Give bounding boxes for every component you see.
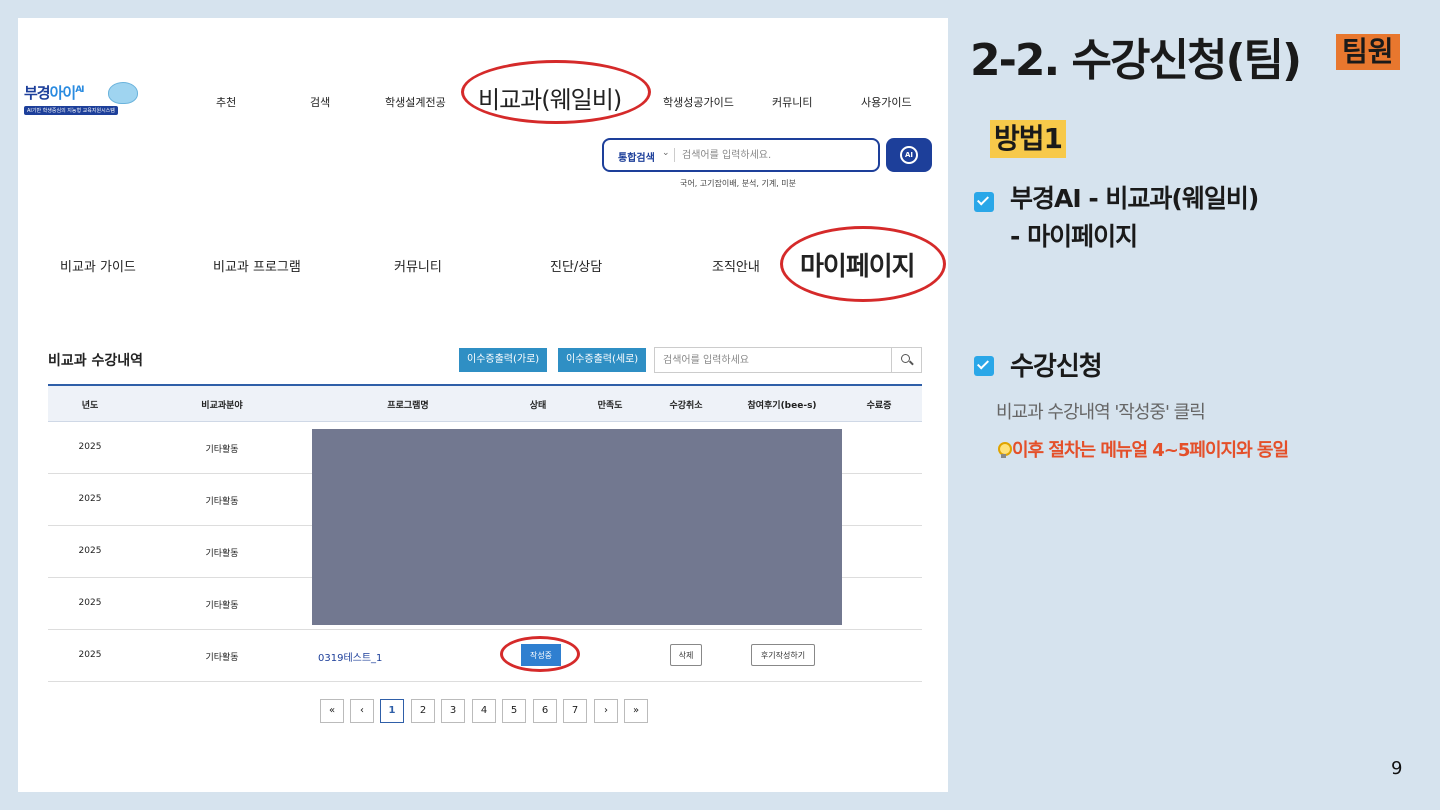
prev-page-icon[interactable]: ‹ [350,699,374,723]
cell-year: 2025 [78,598,102,608]
section-title: 비교과 수강내역 [48,353,144,369]
tip-text: 이후 절차는 메뉴얼 4~5페이지와 동일 [1012,440,1289,461]
screenshot-panel: 부경아이AI AI기반 학생중심의 지능형 교육지원시스템 추천 검색 학생설계… [18,18,948,792]
page-7[interactable]: 7 [563,699,587,723]
table-row: 2025 기타활동 0319테스트_1 작성중 삭제 후기작성하기 [48,630,922,682]
nav-user-guide[interactable]: 사용가이드 [861,94,912,110]
cell-field: 기타활동 [205,653,239,663]
whale-mascot-icon [108,82,138,104]
bullet-path-line1: 부경AI - 비교과(웨일비) [1010,184,1259,213]
team-member-badge: 팀원 [1336,34,1400,70]
nav-recommend[interactable]: 추천 [216,94,236,110]
slide-page-number: 9 [1391,758,1403,779]
nav-search[interactable]: 검색 [310,94,330,110]
col-cancel: 수강취소 [669,401,703,411]
table-search-input[interactable] [663,353,883,367]
print-landscape-button[interactable]: 이수증출력(가로) [459,348,548,372]
col-field: 비교과분야 [201,401,243,411]
cell-year: 2025 [78,546,102,556]
instruction-note: 비교과 수강내역 '작성중' 클릭 [996,402,1206,423]
program-name-link[interactable]: 0319테스트_1 [318,649,382,664]
highlight-oval-whalebee [461,60,651,124]
logo-text: 부경아이AI [24,84,85,102]
lightbulb-icon [996,442,1012,458]
popular-keywords[interactable]: 국어, 고기잡이배, 분석, 기계, 미분 [680,178,796,189]
nav-student-major[interactable]: 학생설계전공 [385,94,446,110]
page-1[interactable]: 1 [380,699,404,723]
chevron-down-icon[interactable]: ⌄ [662,148,670,158]
subnav-organization[interactable]: 조직안내 [712,256,760,275]
subnav-diagnosis[interactable]: 진단/상담 [550,256,602,275]
col-review: 참여후기(bee-s) [747,401,817,411]
search-divider [674,148,675,162]
slide-title: 2-2. 수강신청(팀) [970,35,1302,86]
col-program: 프로그램명 [387,401,429,411]
highlight-oval-mypage [780,226,946,302]
subnav-guide[interactable]: 비교과 가이드 [60,256,136,275]
col-satisfaction: 만족도 [597,401,623,411]
integrated-search: 통합검색 ⌄ [602,138,880,172]
bullet-path: 부경AI - 비교과(웨일비) - 마이페이지 [1010,180,1259,256]
ai-search-icon: AI [900,146,918,164]
checkbox-icon [974,192,994,212]
col-certificate: 수료증 [866,401,892,411]
page-6[interactable]: 6 [533,699,557,723]
checkbox-icon [974,356,994,376]
table-header: 년도 비교과분야 프로그램명 상태 만족도 수강취소 참여후기(bee-s) 수… [48,384,922,422]
print-portrait-button[interactable]: 이수증출력(세로) [558,348,647,372]
site-logo[interactable]: 부경아이AI AI기반 학생중심의 지능형 교육지원시스템 [24,82,140,118]
ai-search-button[interactable]: AI [886,138,932,172]
col-year: 년도 [81,401,99,411]
next-page-icon[interactable]: › [594,699,618,723]
cell-year: 2025 [78,494,102,504]
page-3[interactable]: 3 [441,699,465,723]
col-status: 상태 [529,401,547,411]
cell-field: 기타활동 [205,445,239,455]
cell-year: 2025 [78,442,102,452]
bullet-path-line2: - 마이페이지 [1010,222,1138,251]
search-icon[interactable] [891,348,921,372]
cell-field: 기타활동 [205,549,239,559]
search-category-select[interactable]: 통합검색 [618,149,655,164]
cell-field: 기타활동 [205,497,239,507]
search-input[interactable] [682,146,872,164]
cell-field: 기타활동 [205,601,239,611]
page-5[interactable]: 5 [502,699,526,723]
delete-button[interactable]: 삭제 [670,644,702,666]
method-label: 방법1 [990,120,1067,158]
page-4[interactable]: 4 [472,699,496,723]
last-page-icon[interactable]: » [624,699,648,723]
logo-subtitle: AI기반 학생중심의 지능형 교육지원시스템 [24,106,118,115]
highlight-oval-draft [500,636,580,672]
tip-line: 이후 절차는 메뉴얼 4~5페이지와 동일 [996,436,1289,462]
first-page-icon[interactable]: « [320,699,344,723]
nav-community[interactable]: 커뮤니티 [772,94,812,110]
nav-success-guide[interactable]: 학생성공가이드 [663,94,734,110]
subnav-community[interactable]: 커뮤니티 [394,256,442,275]
subnav-program[interactable]: 비교과 프로그램 [213,256,301,275]
write-review-button[interactable]: 후기작성하기 [751,644,815,666]
bullet-enroll: 수강신청 [1010,352,1103,382]
cell-year: 2025 [78,650,102,660]
page-2[interactable]: 2 [411,699,435,723]
table-search [654,347,922,373]
redaction-block [312,429,842,625]
